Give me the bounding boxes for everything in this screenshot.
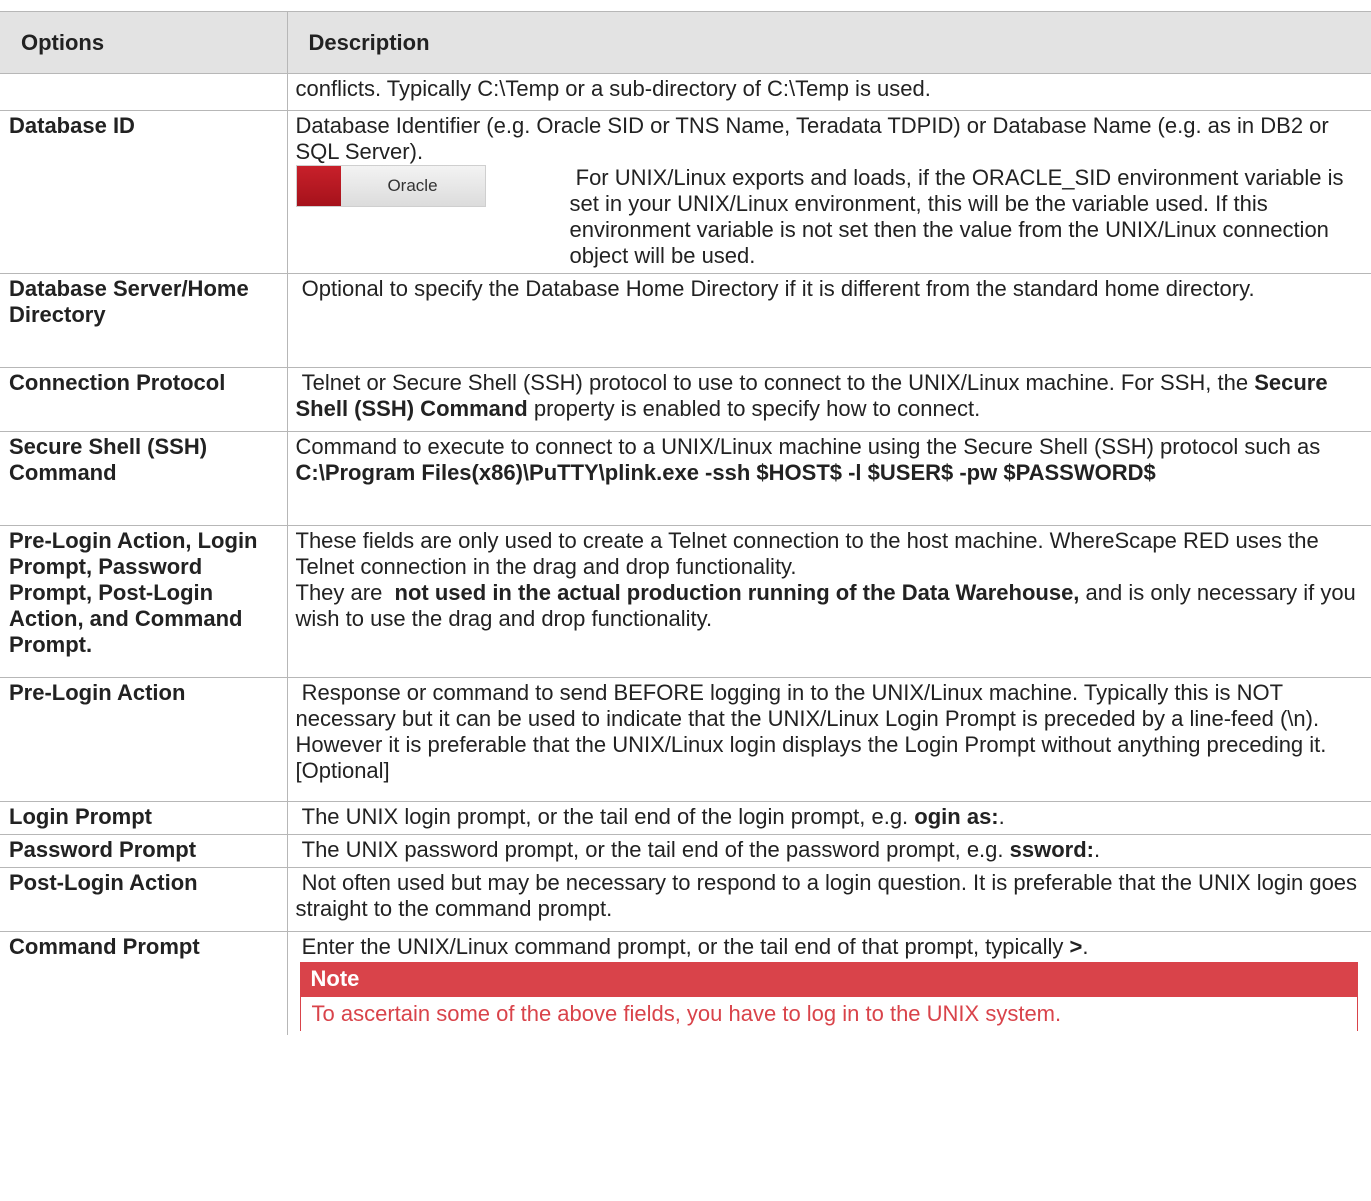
description-text: The UNIX password prompt, or the tail en… [295, 837, 1010, 862]
table-row: Database Server/Home Directory Optional … [0, 273, 1371, 368]
table-row: Database ID Database Identifier (e.g. Or… [0, 110, 1371, 274]
note-box: Note To ascertain some of the above fiel… [299, 962, 1358, 1031]
table-row: Command Prompt Enter the UNIX/Linux comm… [0, 931, 1371, 1035]
oracle-swatch-icon [296, 166, 341, 206]
description-text: The UNIX login prompt, or the tail end o… [295, 804, 915, 829]
table-row: Post-Login Action Not often used but may… [0, 867, 1371, 932]
options-table: Options Description conflicts. Typically… [0, 11, 1371, 1035]
table-header-row: Options Description [0, 11, 1371, 74]
option-cell: Command Prompt [0, 931, 288, 1035]
description-cell: Telnet or Secure Shell (SSH) protocol to… [286, 367, 1371, 432]
description-cell: Command to execute to connect to a UNIX/… [286, 431, 1371, 526]
oracle-logo: Oracle [295, 165, 486, 207]
table-row: Password Prompt The UNIX password prompt… [0, 834, 1371, 868]
description-cell: conflicts. Typically C:\Temp or a sub-di… [286, 73, 1371, 111]
option-cell [0, 73, 288, 111]
description-cell: Optional to specify the Database Home Di… [286, 273, 1371, 368]
description-cell: Response or command to send BEFORE loggi… [286, 677, 1371, 802]
oracle-logo-text: Oracle [340, 166, 485, 206]
description-cell: Enter the UNIX/Linux command prompt, or … [286, 931, 1371, 1035]
description-cell: These fields are only used to create a T… [286, 525, 1371, 678]
note-title: Note [299, 962, 1358, 996]
description-line: Enter the UNIX/Linux command prompt, or … [296, 934, 1366, 960]
description-cell: The UNIX login prompt, or the tail end o… [286, 801, 1371, 835]
header-description: Description [286, 11, 1371, 74]
description-text: Enter the UNIX/Linux command prompt, or … [295, 934, 1070, 959]
description-bold: ogin as: [914, 804, 999, 829]
description-cell: Database Identifier (e.g. Oracle SID or … [286, 110, 1371, 274]
option-cell: Secure Shell (SSH) Command [0, 431, 288, 526]
description-text: . [1082, 934, 1089, 959]
description-text: Telnet or Secure Shell (SSH) protocol to… [295, 370, 1255, 395]
option-cell: Pre-Login Action, Login Prompt, Password… [0, 525, 288, 678]
oracle-note-text: For UNIX/Linux exports and loads, if the… [569, 165, 1350, 268]
option-cell: Password Prompt [0, 834, 288, 868]
description-cell: The UNIX password prompt, or the tail en… [286, 834, 1371, 868]
description-text: These fields are only used to create a T… [295, 528, 1325, 579]
option-cell: Post-Login Action [0, 867, 288, 932]
option-cell: Database ID [0, 110, 288, 274]
description-bold: not used in the actual production runnin… [394, 580, 1080, 605]
option-cell: Connection Protocol [0, 367, 288, 432]
database-id-text: Database Identifier (e.g. Oracle SID or … [295, 113, 1329, 164]
oracle-block: Oracle For UNIX/Linux exports and loads,… [295, 165, 1366, 269]
table-row: Pre-Login Action Response or command to … [0, 677, 1371, 802]
option-cell: Pre-Login Action [0, 677, 288, 802]
option-cell: Login Prompt [0, 801, 288, 835]
description-bold: C:\Program Files(x86)\PuTTY\plink.exe -s… [295, 460, 1156, 485]
note-text: To ascertain some of the above fields, y… [299, 996, 1358, 1031]
description-text: Command to execute to connect to a UNIX/… [295, 434, 1327, 459]
description-text: They are [295, 580, 395, 605]
table-row: conflicts. Typically C:\Temp or a sub-di… [0, 73, 1371, 111]
header-options: Options [0, 11, 288, 74]
table-row: Login Prompt The UNIX login prompt, or t… [0, 801, 1371, 835]
description-text: property is enabled to specify how to co… [527, 396, 981, 421]
table-row: Pre-Login Action, Login Prompt, Password… [0, 525, 1371, 678]
table-row: Secure Shell (SSH) Command Command to ex… [0, 431, 1371, 526]
description-bold: > [1069, 934, 1083, 959]
description-text: . [1094, 837, 1101, 862]
option-cell: Database Server/Home Directory [0, 273, 288, 368]
table-row: Connection Protocol Telnet or Secure She… [0, 367, 1371, 432]
description-bold: ssword: [1009, 837, 1094, 862]
description-cell: Not often used but may be necessary to r… [286, 867, 1371, 932]
description-line: They are not used in the actual producti… [296, 580, 1366, 632]
description-text: . [998, 804, 1005, 829]
